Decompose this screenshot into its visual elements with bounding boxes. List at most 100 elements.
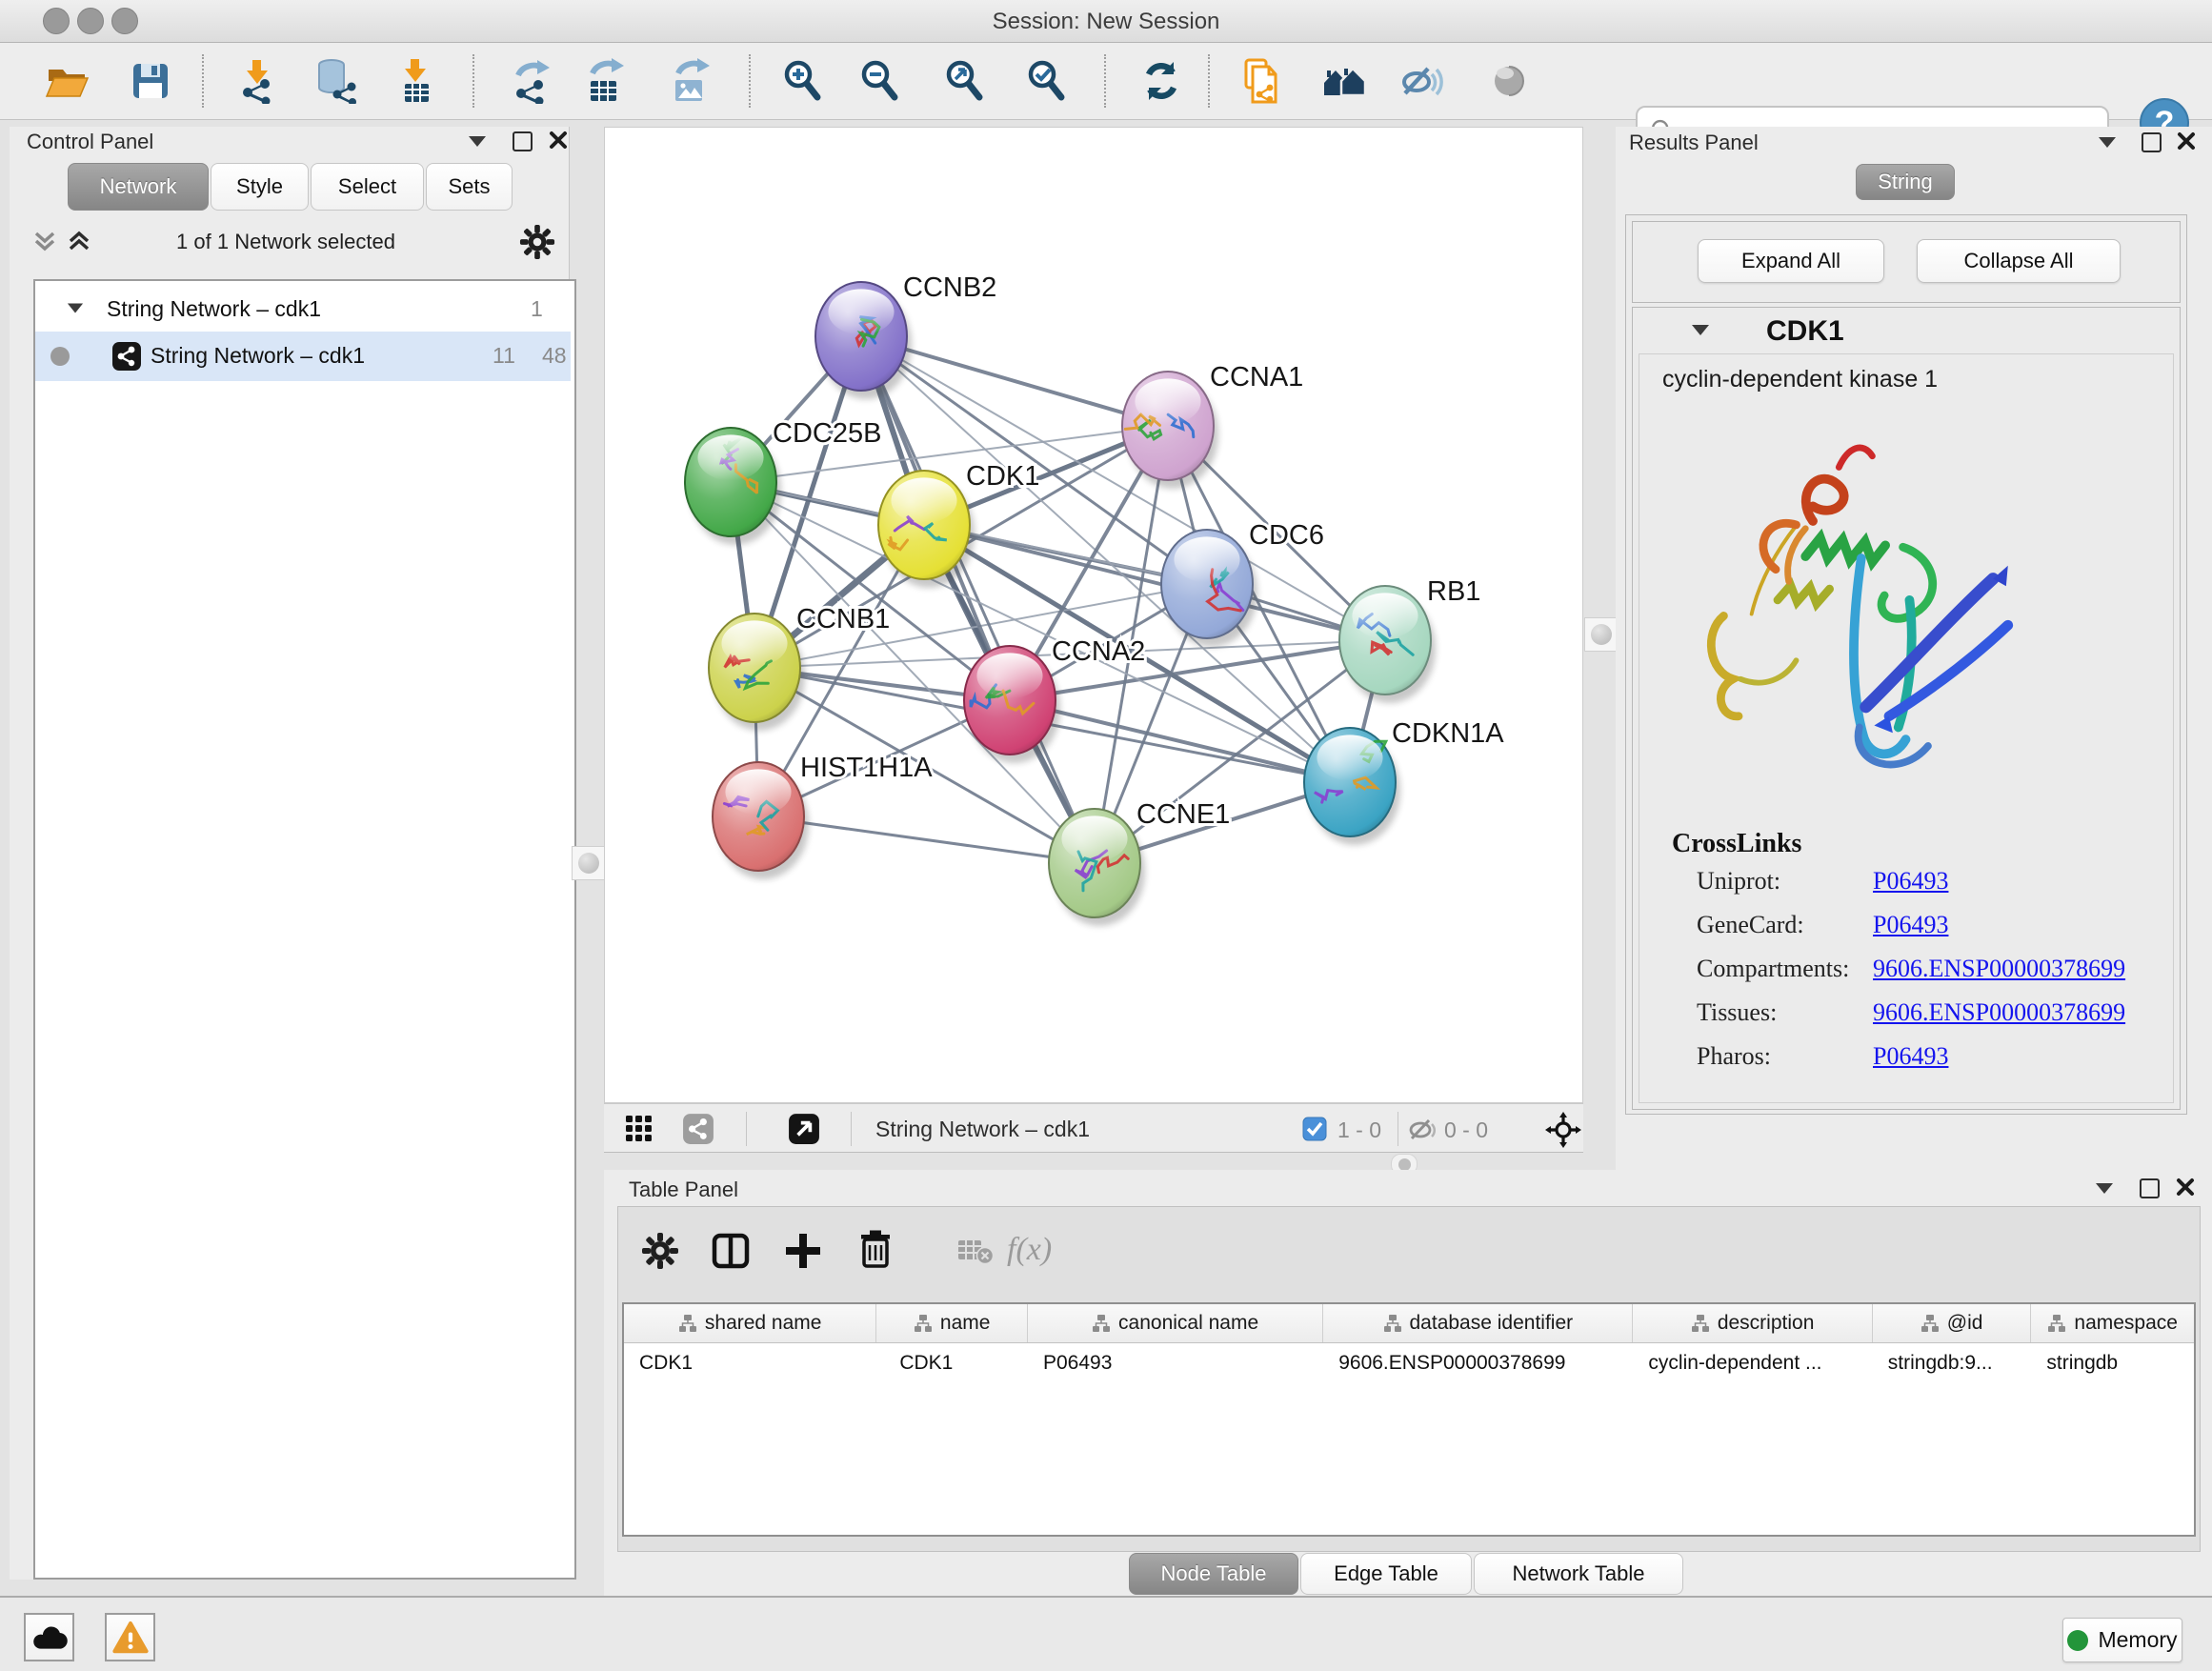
tab-network-table[interactable]: Network Table: [1474, 1553, 1683, 1595]
network-collection-row[interactable]: String Network – cdk1 1: [35, 288, 571, 332]
network-item-label: String Network – cdk1: [151, 343, 365, 369]
control-panel-float-icon[interactable]: [513, 131, 533, 151]
network-node-CDC6[interactable]: [1161, 530, 1257, 647]
hidden-eye-slash-icon[interactable]: [1407, 1115, 1438, 1143]
crosslink-tissues-link[interactable]: 9606.ENSP00000378699: [1873, 998, 2125, 1027]
results-panel-float-icon[interactable]: [2142, 132, 2162, 152]
tab-string[interactable]: String: [1856, 164, 1955, 200]
cell-namespace[interactable]: stringdb: [2031, 1343, 2194, 1385]
birds-eye-grid-icon[interactable]: [625, 1115, 654, 1143]
network-node-CCNB2[interactable]: [815, 282, 912, 399]
control-panel-collapse-icon[interactable]: [469, 136, 486, 147]
node-result-collapse-icon[interactable]: [1692, 325, 1709, 335]
zoom-selected-button[interactable]: [1020, 52, 1074, 110]
column-header-shared-name[interactable]: shared name: [624, 1304, 876, 1342]
crosslink-uniprot-link[interactable]: P06493: [1873, 867, 1948, 896]
expand-all-chevron-icon[interactable]: [65, 228, 93, 256]
warnings-button[interactable]: [105, 1613, 155, 1661]
collapse-all-chevron-icon[interactable]: [30, 228, 59, 256]
network-graph[interactable]: CCNB2CCNA1CDC25BCDK1CDC6RB1CCNB1CCNA2CDK…: [605, 128, 1582, 1102]
column-header-description[interactable]: description: [1633, 1304, 1872, 1342]
left-splitter-handle[interactable]: [572, 846, 606, 880]
network-edge-CCNB2-CCNE1[interactable]: [861, 336, 1095, 863]
tab-sets[interactable]: Sets: [426, 163, 513, 211]
selected-checkbox-icon[interactable]: [1302, 1117, 1327, 1141]
delete-column-trash-icon[interactable]: [855, 1228, 896, 1270]
results-panel-collapse-icon[interactable]: [2099, 137, 2116, 148]
tab-network[interactable]: Network: [68, 163, 209, 211]
node-table-row[interactable]: CDK1 CDK1 P06493 9606.ENSP00000378699 cy…: [624, 1343, 2194, 1385]
pan-crosshair-icon[interactable]: [1545, 1112, 1581, 1148]
toolbar-separator: [1104, 54, 1106, 108]
network-node-CDK1[interactable]: [878, 471, 975, 588]
cell-database-identifier[interactable]: 9606.ENSP00000378699: [1323, 1343, 1633, 1385]
results-panel-close-icon[interactable]: [2177, 131, 2196, 151]
crosslink-compartments-link[interactable]: 9606.ENSP00000378699: [1873, 955, 2125, 983]
network-node-CDC25B[interactable]: [685, 428, 781, 545]
table-panel-float-icon[interactable]: [2140, 1178, 2160, 1198]
export-image-button[interactable]: [663, 52, 716, 110]
open-session-button[interactable]: [40, 52, 93, 110]
memory-button[interactable]: Memory: [2062, 1618, 2182, 1662]
network-node-CCNA2[interactable]: [964, 646, 1060, 763]
crosslink-pharos-link[interactable]: P06493: [1873, 1042, 1948, 1071]
refresh-view-button[interactable]: [1135, 52, 1188, 110]
show-columns-icon[interactable]: [710, 1230, 752, 1272]
cell-description[interactable]: cyclin-dependent ...: [1633, 1343, 1872, 1385]
right-splitter-handle[interactable]: [1584, 617, 1619, 652]
crosslinks-heading: CrossLinks: [1672, 829, 1801, 859]
cell-canonical-name[interactable]: P06493: [1028, 1343, 1323, 1385]
cell-shared-name[interactable]: CDK1: [624, 1343, 876, 1385]
crosslink-label: GeneCard:: [1697, 911, 1804, 939]
column-header-canonical-name[interactable]: canonical name: [1028, 1304, 1323, 1342]
import-network-database-button[interactable]: [309, 52, 362, 110]
column-header-database-identifier[interactable]: database identifier: [1323, 1304, 1633, 1342]
collapse-all-button[interactable]: Collapse All: [1917, 239, 2121, 283]
fit-content-button[interactable]: [938, 52, 992, 110]
network-node-CDKN1A[interactable]: [1304, 728, 1400, 845]
import-table-file-button[interactable]: [389, 52, 442, 110]
tab-node-table[interactable]: Node Table: [1129, 1553, 1298, 1595]
table-panel-close-icon[interactable]: [2176, 1178, 2195, 1197]
cloud-services-button[interactable]: [24, 1613, 74, 1661]
node-label-CCNA2: CCNA2: [1052, 636, 1145, 667]
zoom-out-button[interactable]: [854, 52, 907, 110]
column-header-namespace[interactable]: namespace: [2031, 1304, 2194, 1342]
crosslink-genecard-link[interactable]: P06493: [1873, 911, 1948, 939]
cell-name[interactable]: CDK1: [876, 1343, 1028, 1385]
table-panel-collapse-icon[interactable]: [2096, 1183, 2113, 1194]
control-panel-close-icon[interactable]: [549, 131, 568, 150]
hide-selected-button[interactable]: [1395, 52, 1448, 110]
network-list: String Network – cdk1 1 String Network –…: [33, 279, 576, 1580]
cell-id[interactable]: stringdb:9...: [1873, 1343, 2032, 1385]
save-session-button[interactable]: [124, 52, 177, 110]
collection-expand-icon[interactable]: [68, 304, 83, 313]
network-options-gear-icon[interactable]: [519, 224, 555, 260]
show-all-button[interactable]: [1482, 52, 1536, 110]
network-node-CCNA1[interactable]: [1122, 372, 1218, 489]
tab-edge-table[interactable]: Edge Table: [1300, 1553, 1472, 1595]
import-network-file-button[interactable]: [231, 52, 284, 110]
duplicate-network-button[interactable]: [1236, 52, 1289, 110]
column-header-name[interactable]: name: [876, 1304, 1028, 1342]
tab-style[interactable]: Style: [211, 163, 309, 211]
network-node-CCNE1[interactable]: [1049, 809, 1145, 926]
network-node-RB1[interactable]: [1339, 586, 1436, 703]
network-node-CCNB1[interactable]: [709, 614, 805, 731]
zoom-out-icon: [857, 58, 903, 104]
network-share-icon[interactable]: [682, 1113, 714, 1145]
string-network-icon: [111, 341, 142, 372]
expand-all-button[interactable]: Expand All: [1698, 239, 1884, 283]
network-canvas[interactable]: CCNB2CCNA1CDC25BCDK1CDC6RB1CCNB1CCNA2CDK…: [604, 127, 1583, 1103]
tab-select[interactable]: Select: [311, 163, 424, 211]
network-list-item-selected[interactable]: String Network – cdk1 11 48: [35, 332, 571, 381]
create-column-plus-icon[interactable]: [782, 1230, 824, 1272]
table-options-gear-icon[interactable]: [641, 1232, 679, 1270]
column-header-id[interactable]: @id: [1873, 1304, 2032, 1342]
zoom-in-button[interactable]: [776, 52, 830, 110]
network-node-HIST1H1A[interactable]: [713, 762, 809, 879]
open-in-window-icon[interactable]: [788, 1113, 820, 1145]
export-table-button[interactable]: [577, 52, 631, 110]
export-network-button[interactable]: [505, 52, 558, 110]
first-neighbors-button[interactable]: [1317, 52, 1371, 110]
